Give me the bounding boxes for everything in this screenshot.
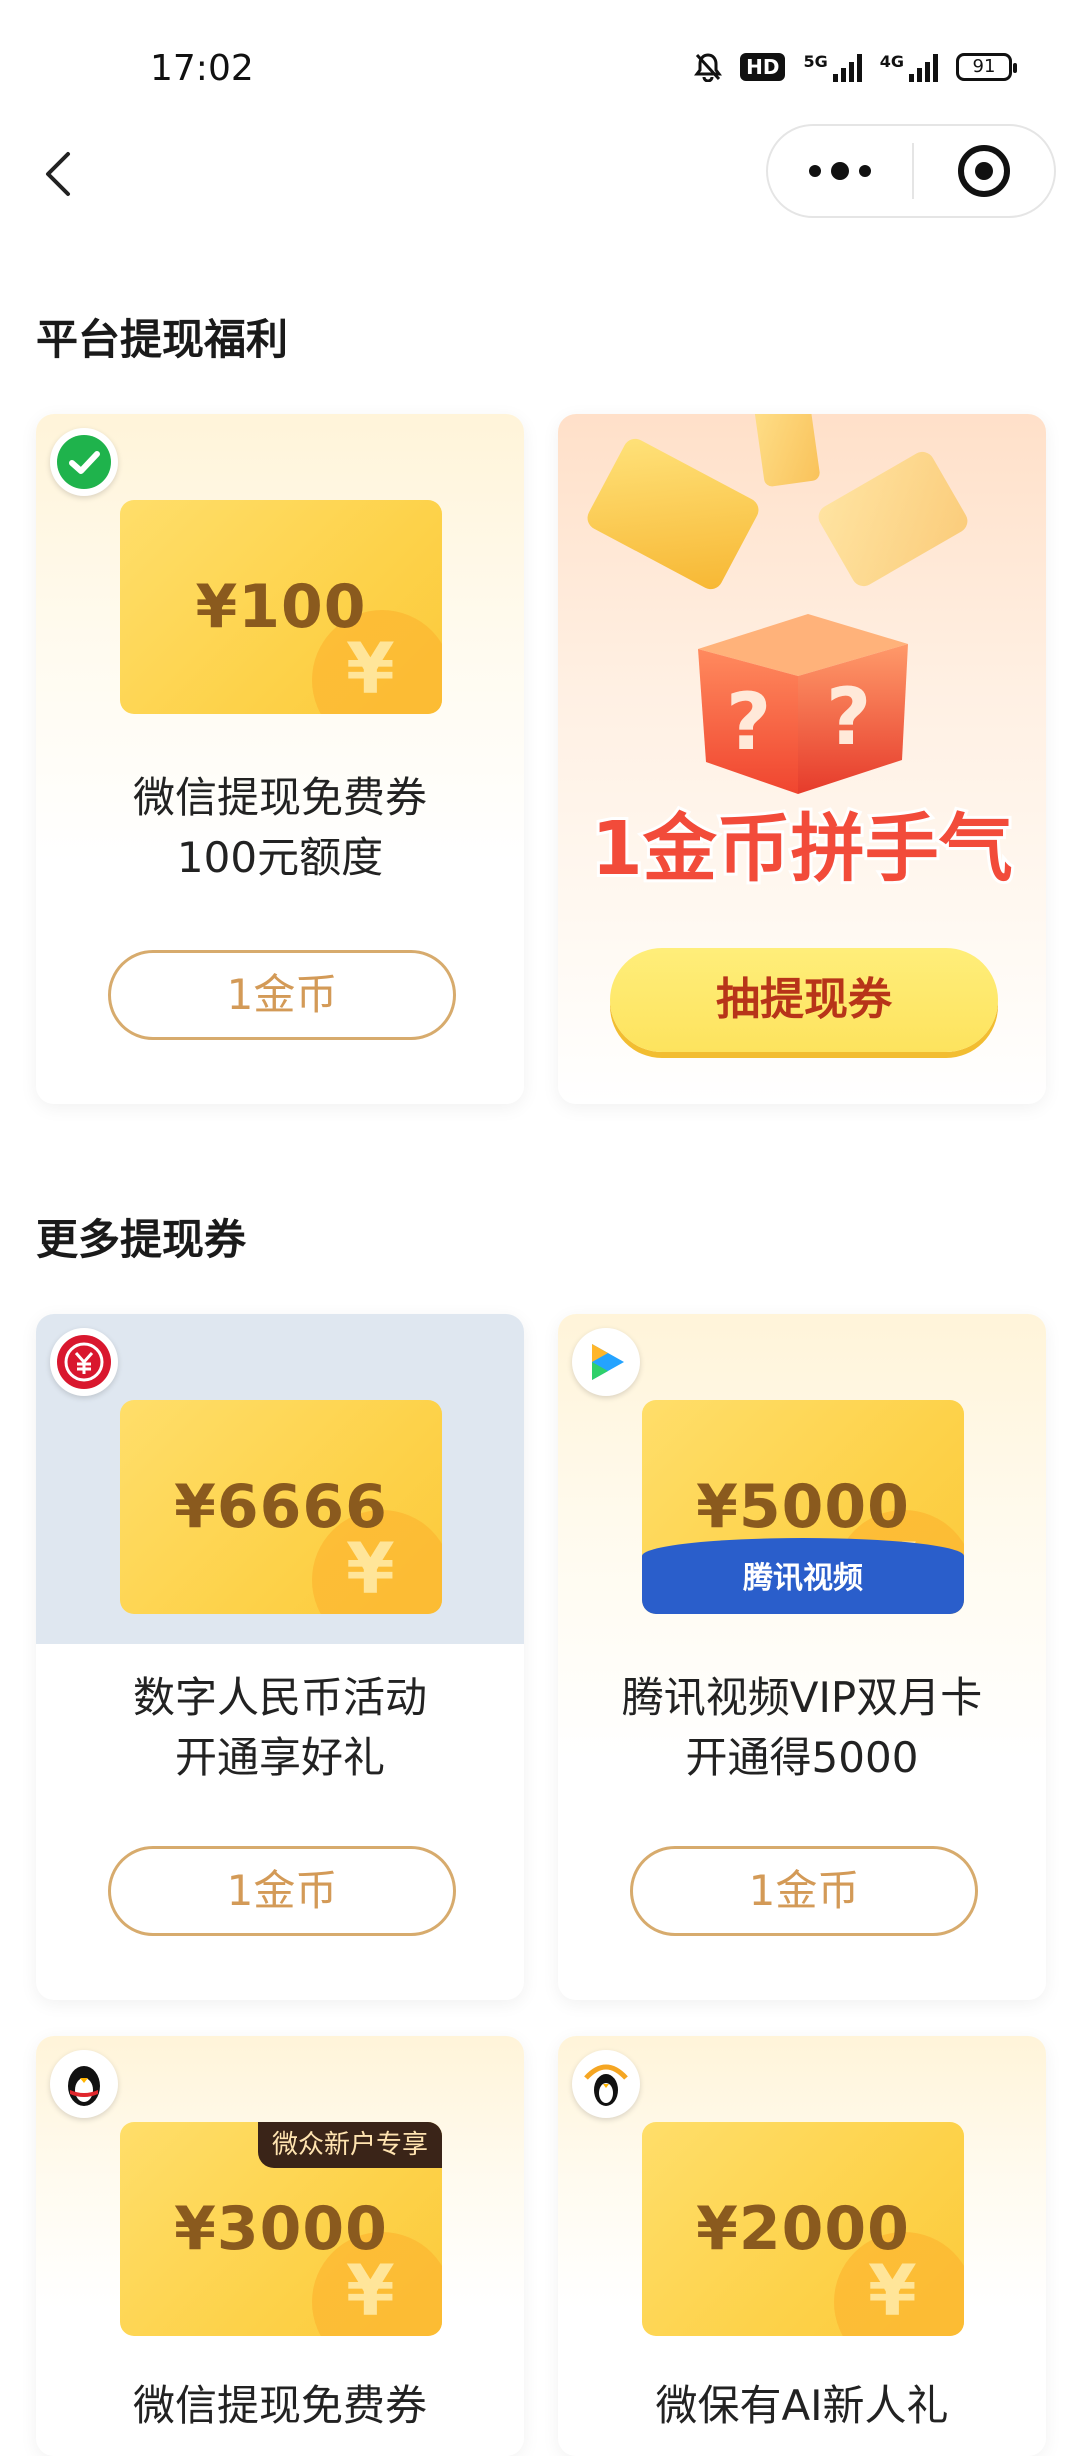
mute-bell-icon: [694, 53, 723, 82]
coupon-image: ¥ ¥6666: [120, 1400, 442, 1614]
card-title-line2: 开通得5000: [685, 1733, 919, 1782]
coupon-amount: ¥3000: [174, 2194, 388, 2264]
card-title-line1: 腾讯视频VIP双月卡: [621, 1673, 983, 1722]
status-bar: 17:02 HD 5G 4G 91: [0, 0, 1080, 140]
redeem-1-coin-button[interactable]: 1金币: [108, 950, 456, 1040]
more-button[interactable]: [768, 126, 912, 216]
wechat-icon: [50, 428, 118, 496]
close-miniprogram-button[interactable]: [914, 145, 1054, 197]
status-time: 17:02: [150, 48, 254, 89]
card-title-line2: 100元额度: [176, 833, 384, 882]
card-title-line1: 微信提现免费券: [132, 2381, 427, 2430]
question-mark-right: ?: [826, 673, 871, 763]
signal-5g-icon: 5G: [803, 52, 862, 82]
section-title-more: 更多提现券: [36, 1215, 247, 1264]
draw-coupon-button[interactable]: 抽提现券: [610, 948, 998, 1052]
card-tencent-video[interactable]: ¥ ¥5000 腾讯视频 腾讯视频VIP双月卡 开通得5000 1金币: [558, 1314, 1046, 2000]
back-button[interactable]: [38, 148, 82, 200]
digital-rmb-icon: [50, 1328, 118, 1396]
coupon-amount: ¥5000: [696, 1472, 910, 1542]
coupon-image: ¥ 微众新户专享 ¥3000: [120, 2122, 442, 2336]
target-icon: [958, 145, 1010, 197]
card-title-line1: 微保有AI新人礼: [655, 2381, 949, 2430]
tencent-video-band: 腾讯视频: [642, 1538, 964, 1614]
coupon-amount: ¥100: [195, 572, 367, 642]
coupon-image: ¥ ¥2000: [642, 2122, 964, 2336]
card-webank[interactable]: ¥ 微众新户专享 ¥3000 微信提现免费券: [36, 2036, 524, 2456]
new-user-tag: 微众新户专享: [257, 2122, 442, 2168]
tencent-video-icon: [572, 1328, 640, 1396]
signal-4g-icon: 4G: [880, 52, 938, 82]
coupon-image: ¥ ¥5000 腾讯视频: [642, 1400, 964, 1614]
penguin-umbrella-icon: [572, 2050, 640, 2118]
coupon-image: ¥ ¥100: [120, 500, 442, 714]
card-title-line1: 数字人民币活动: [132, 1673, 427, 1722]
more-dots-icon: [809, 165, 821, 177]
redeem-1-coin-button[interactable]: 1金币: [108, 1846, 456, 1936]
card-lucky-draw[interactable]: ? ? 1金币拼手气 抽提现券: [558, 414, 1046, 1104]
redeem-1-coin-button[interactable]: 1金币: [630, 1846, 978, 1936]
battery-icon: 91: [956, 53, 1017, 81]
promo-text: 1金币拼手气: [591, 806, 1013, 892]
card-title-line2: 开通享好礼: [174, 1733, 385, 1782]
mystery-box-illustration: ? ? 1金币拼手气: [587, 414, 1016, 895]
section-title-platform: 平台提现福利: [36, 315, 289, 364]
coupon-amount: ¥2000: [696, 2194, 910, 2264]
card-wechat-coupon[interactable]: ¥ ¥100 微信提现免费券 100元额度 1金币: [36, 414, 524, 1104]
status-icons: HD 5G 4G 91: [694, 52, 1017, 82]
question-mark-left: ?: [726, 678, 771, 768]
hd-badge: HD: [740, 53, 786, 81]
card-weibao[interactable]: ¥ ¥2000 微保有AI新人礼: [558, 2036, 1046, 2456]
card-title-line1: 微信提现免费券: [132, 773, 427, 822]
card-digital-rmb[interactable]: ¥ ¥6666 数字人民币活动 开通享好礼 1金币: [36, 1314, 524, 2000]
miniprogram-capsule: [766, 124, 1056, 218]
penguin-icon: [50, 2050, 118, 2118]
chevron-left-icon: [46, 152, 70, 196]
coupon-amount: ¥6666: [174, 1472, 388, 1542]
